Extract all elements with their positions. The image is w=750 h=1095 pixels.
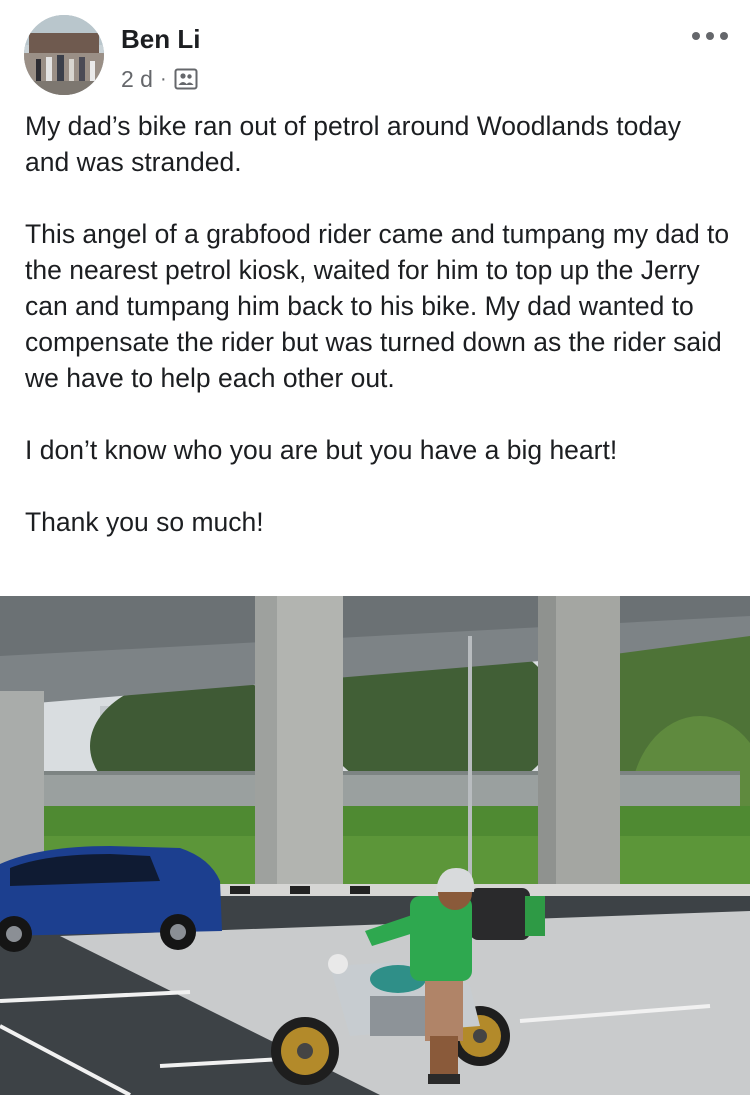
avatar[interactable] [24,15,104,95]
avatar-image [24,15,104,95]
post-paragraph: Thank you so much! [25,507,264,537]
post-paragraph: This angel of a grabfood rider came and … [25,219,730,393]
more-options-button[interactable] [692,26,728,46]
post-paragraph: I don’t know who you are but you have a … [25,435,618,465]
post-paragraph: My dad’s bike ran out of petrol around W… [25,111,682,177]
author-name[interactable]: Ben Li [121,24,200,55]
post-timestamp[interactable]: 2 d [121,66,153,93]
post-meta: 2 d · [121,64,198,94]
post-photo-image [0,596,750,1095]
post-text: My dad’s bike ran out of petrol around W… [25,108,730,540]
post-photo[interactable] [0,596,750,1095]
facebook-post: Ben Li 2 d · My dad’s bike ran out of pe… [0,0,750,1095]
meta-separator: · [159,67,167,90]
friends-icon [174,68,198,90]
more-horizontal-icon [692,32,700,40]
